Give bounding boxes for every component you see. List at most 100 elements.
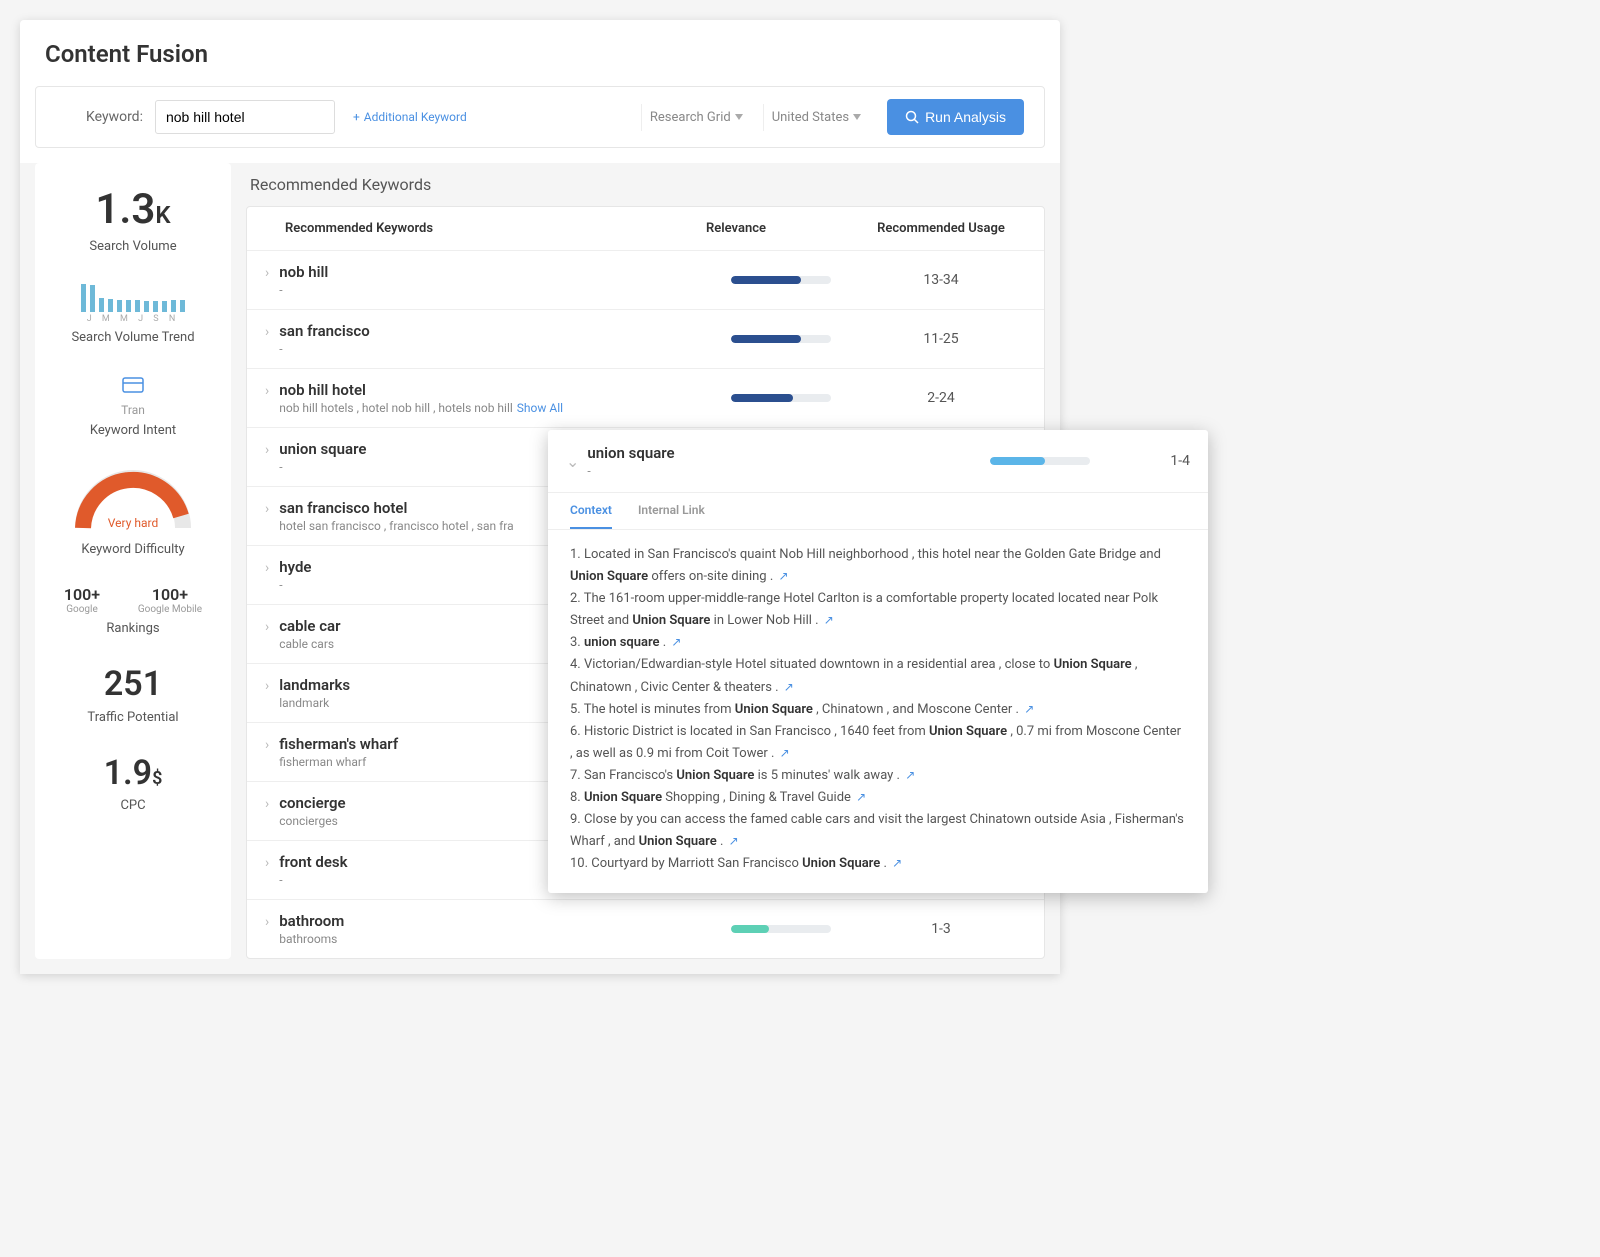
- external-link-icon[interactable]: ↗: [780, 746, 790, 760]
- keyword-name: concierge: [279, 794, 345, 812]
- toolbar: Keyword: + Additional Keyword Research G…: [35, 86, 1045, 148]
- detail-tabs: Context Internal Link: [548, 493, 1208, 530]
- external-link-icon[interactable]: ↗: [784, 680, 794, 694]
- expand-icon[interactable]: ›: [265, 796, 269, 812]
- keyword-row: › san francisco - 11-25: [247, 309, 1044, 368]
- keyword-name: union square: [279, 440, 366, 458]
- rankings-label: Rankings: [45, 621, 221, 636]
- relevance-bar: [731, 335, 831, 343]
- list-title: Recommended Keywords: [246, 163, 1045, 206]
- keyword-label: Keyword:: [86, 109, 143, 125]
- usage-value: 1-3: [856, 921, 1026, 937]
- trend-bar: [144, 301, 149, 312]
- keyword-name: nob hill hotel: [279, 381, 563, 399]
- usage-value: 11-25: [856, 331, 1026, 347]
- detail-relevance-bar: [990, 457, 1090, 465]
- run-analysis-button[interactable]: Run Analysis: [887, 99, 1024, 135]
- plus-icon: +: [353, 110, 360, 124]
- region-dropdown[interactable]: United States: [763, 104, 869, 131]
- collapse-icon[interactable]: ⌄: [566, 452, 579, 471]
- usage-value: 2-24: [856, 390, 1026, 406]
- search-volume-value: 1.3K: [45, 187, 221, 233]
- trend-bar: [171, 300, 176, 312]
- keyword-variants: -: [279, 460, 366, 474]
- context-item: 1. Located in San Francisco's quaint Nob…: [570, 544, 1186, 588]
- caret-down-icon: [735, 114, 743, 120]
- search-icon: [905, 110, 919, 124]
- page-title: Content Fusion: [20, 30, 1060, 86]
- rankings-row: 100+ Google 100+ Google Mobile: [45, 585, 221, 615]
- keyword-variants: concierges: [279, 814, 345, 828]
- external-link-icon[interactable]: ↗: [671, 635, 681, 649]
- keyword-name: landmarks: [279, 676, 350, 694]
- keyword-variants: -: [279, 342, 370, 356]
- show-all-link[interactable]: Show All: [517, 401, 563, 415]
- list-header: Recommended Keywords Relevance Recommend…: [247, 207, 1044, 251]
- sidebar: 1.3K Search Volume J M M J S N Search Vo…: [35, 163, 231, 959]
- add-keyword-button[interactable]: + Additional Keyword: [353, 110, 467, 124]
- keyword-name: nob hill: [279, 263, 328, 281]
- external-link-icon[interactable]: ↗: [856, 790, 866, 804]
- context-item: 7. San Francisco's Union Square is 5 min…: [570, 765, 1186, 787]
- external-link-icon[interactable]: ↗: [729, 834, 739, 848]
- intent-type: Tran: [45, 403, 221, 417]
- tab-internal-link[interactable]: Internal Link: [638, 503, 705, 529]
- keyword-variants: -: [279, 283, 328, 297]
- keyword-name: cable car: [279, 617, 340, 635]
- trend-bar: [81, 284, 86, 313]
- external-link-icon[interactable]: ↗: [778, 569, 788, 583]
- keyword-row: › bathroom bathrooms 1-3: [247, 899, 1044, 958]
- expand-icon[interactable]: ›: [265, 737, 269, 753]
- context-item: 2. The 161-room upper-middle-range Hotel…: [570, 588, 1186, 632]
- trend-bar: [117, 300, 122, 313]
- keyword-name: front desk: [279, 853, 347, 871]
- tab-context[interactable]: Context: [570, 503, 612, 529]
- trend-months: J M M J S N: [45, 314, 221, 324]
- keyword-name: hyde: [279, 558, 311, 576]
- expand-icon[interactable]: ›: [265, 324, 269, 340]
- cpc-value: 1.9$: [45, 755, 221, 792]
- external-link-icon[interactable]: ↗: [892, 856, 902, 870]
- trend-bar: [180, 300, 185, 313]
- trend-bar: [153, 301, 158, 312]
- difficulty-gauge: Very hard: [45, 466, 221, 536]
- context-item: 5. The hotel is minutes from Union Squar…: [570, 699, 1186, 721]
- research-grid-dropdown[interactable]: Research Grid: [641, 104, 751, 131]
- expand-icon[interactable]: ›: [265, 678, 269, 694]
- context-item: 9. Close by you can access the famed cab…: [570, 809, 1186, 853]
- expand-icon[interactable]: ›: [265, 914, 269, 930]
- context-item: 3. union square . ↗: [570, 632, 1186, 654]
- context-list: 1. Located in San Francisco's quaint Nob…: [548, 530, 1208, 893]
- keyword-input[interactable]: [155, 100, 335, 134]
- traffic-potential-value: 251: [45, 666, 221, 703]
- expand-icon[interactable]: ›: [265, 855, 269, 871]
- external-link-icon[interactable]: ↗: [824, 613, 834, 627]
- external-link-icon[interactable]: ↗: [905, 768, 915, 782]
- keyword-variants: cable cars: [279, 637, 340, 651]
- keyword-name: fisherman's wharf: [279, 735, 398, 753]
- trend-bar: [108, 299, 113, 313]
- relevance-bar: [731, 394, 831, 402]
- expand-icon[interactable]: ›: [265, 560, 269, 576]
- difficulty-label: Keyword Difficulty: [45, 542, 221, 557]
- context-item: 6. Historic District is located in San F…: [570, 721, 1186, 765]
- external-link-icon[interactable]: ↗: [1024, 702, 1034, 716]
- intent-label: Keyword Intent: [45, 423, 221, 438]
- context-item: 8. Union Square Shopping , Dining & Trav…: [570, 787, 1186, 809]
- detail-keyword-name: union square: [587, 444, 990, 462]
- keyword-variants: fisherman wharf: [279, 755, 398, 769]
- expand-icon[interactable]: ›: [265, 501, 269, 517]
- context-item: 4. Victorian/Edwardian-style Hotel situa…: [570, 654, 1186, 698]
- expand-icon[interactable]: ›: [265, 383, 269, 399]
- cpc-label: CPC: [45, 798, 221, 813]
- context-item: 10. Courtyard by Marriott San Francisco …: [570, 853, 1186, 875]
- expand-icon[interactable]: ›: [265, 442, 269, 458]
- trend-bar: [99, 298, 104, 312]
- keyword-name: san francisco hotel: [279, 499, 513, 517]
- expand-icon[interactable]: ›: [265, 265, 269, 281]
- trend-bar: [135, 300, 140, 312]
- keyword-variants: -: [279, 578, 311, 592]
- expand-icon[interactable]: ›: [265, 619, 269, 635]
- google-mobile-rank: 100+: [138, 585, 202, 604]
- relevance-bar: [731, 276, 831, 284]
